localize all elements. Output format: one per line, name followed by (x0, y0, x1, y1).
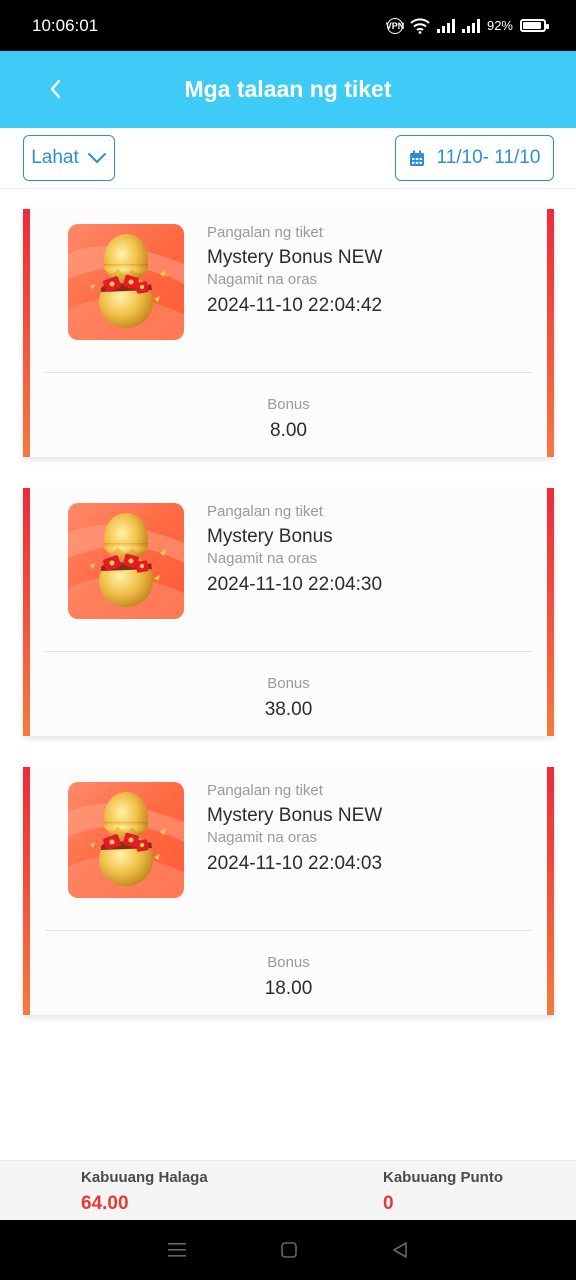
ticket-time-label: Nagamit na oras (207, 550, 318, 567)
ticket-name: Mystery Bonus NEW (207, 805, 383, 826)
bonus-label: Bonus (267, 954, 310, 971)
ticket-time: 2024-11-10 22:04:42 (207, 295, 383, 316)
ticket-card[interactable]: Pangalan ng tiket Mystery Bonus NEW Naga… (23, 767, 554, 1015)
ticket-list: Pangalan ng tiket Mystery Bonus NEW Naga… (23, 209, 554, 1046)
ticket-info: Pangalan ng tiket Mystery Bonus NEW Naga… (207, 223, 537, 318)
ticket-name: Mystery Bonus (207, 526, 333, 547)
ticket-time: 2024-11-10 22:04:30 (207, 574, 383, 595)
total-points-block: Kabuuang Punto 0 (383, 1168, 503, 1216)
ticket-image (68, 503, 184, 619)
bonus-value: 38.00 (264, 699, 313, 720)
card-divider (45, 930, 532, 931)
golden-egg-icon (68, 782, 184, 898)
app-header: Mga talaan ng tiket (0, 51, 576, 128)
card-divider (45, 372, 532, 373)
chevron-down-icon (87, 153, 106, 163)
bonus-block: Bonus 18.00 (23, 953, 554, 1001)
ticket-image (68, 224, 184, 340)
ticket-info: Pangalan ng tiket Mystery Bonus Nagamit … (207, 502, 537, 597)
bonus-block: Bonus 38.00 (23, 674, 554, 722)
system-nav-bar (0, 1220, 576, 1280)
type-filter-dropdown[interactable]: Lahat (23, 135, 115, 181)
filter-row: Lahat 11/10- 11/10 (0, 128, 576, 189)
ticket-name-label: Pangalan ng tiket (207, 503, 323, 520)
ticket-image (68, 782, 184, 898)
ticket-card[interactable]: Pangalan ng tiket Mystery Bonus NEW Naga… (23, 209, 554, 457)
bonus-value: 18.00 (264, 978, 313, 999)
battery-icon (520, 19, 549, 32)
ticket-info: Pangalan ng tiket Mystery Bonus NEW Naga… (207, 781, 537, 876)
golden-egg-icon (68, 503, 184, 619)
battery-percent: 92% (486, 18, 513, 33)
bonus-block: Bonus 8.00 (23, 395, 554, 443)
calendar-icon (409, 150, 424, 166)
ticket-time-label: Nagamit na oras (207, 271, 318, 288)
ticket-time: 2024-11-10 22:04:03 (207, 853, 383, 874)
total-amount-value: 64.00 (81, 1193, 129, 1214)
bonus-label: Bonus (267, 396, 310, 413)
back-icon[interactable] (391, 1241, 409, 1259)
page-title: Mga talaan ng tiket (184, 76, 392, 102)
ticket-time-label: Nagamit na oras (207, 829, 318, 846)
ticket-name-label: Pangalan ng tiket (207, 224, 323, 241)
home-icon[interactable] (280, 1241, 298, 1259)
signal-icon-1 (436, 18, 455, 33)
chevron-left-icon (50, 79, 61, 99)
total-points-value: 0 (383, 1193, 394, 1214)
date-range-filter[interactable]: 11/10- 11/10 (395, 135, 554, 181)
ticket-name-label: Pangalan ng tiket (207, 782, 323, 799)
total-points-label: Kabuuang Punto (383, 1169, 503, 1186)
ticket-name: Mystery Bonus NEW (207, 247, 383, 268)
status-icons: VPN 92% (385, 17, 549, 34)
total-amount-label: Kabuuang Halaga (81, 1169, 208, 1186)
golden-egg-icon (68, 224, 184, 340)
back-button[interactable] (40, 69, 70, 109)
status-bar: 10:06:01 VPN 92% (0, 0, 576, 51)
status-time: 10:06:01 (32, 15, 99, 35)
bonus-label: Bonus (267, 675, 310, 692)
date-range-value: 11/10- 11/10 (436, 147, 541, 168)
vpn-label: VPN (385, 20, 405, 31)
ticket-card[interactable]: Pangalan ng tiket Mystery Bonus Nagamit … (23, 488, 554, 736)
type-filter-value: Lahat (31, 147, 79, 168)
menu-icon[interactable] (167, 1242, 187, 1258)
total-amount-block: Kabuuang Halaga 64.00 (81, 1168, 208, 1216)
bonus-value: 8.00 (270, 420, 307, 441)
summary-bar: Kabuuang Halaga 64.00 Kabuuang Punto 0 (0, 1160, 576, 1220)
signal-icon-2 (461, 18, 480, 33)
vpn-icon: VPN (385, 17, 405, 34)
card-divider (45, 651, 532, 652)
wifi-icon (410, 17, 430, 34)
